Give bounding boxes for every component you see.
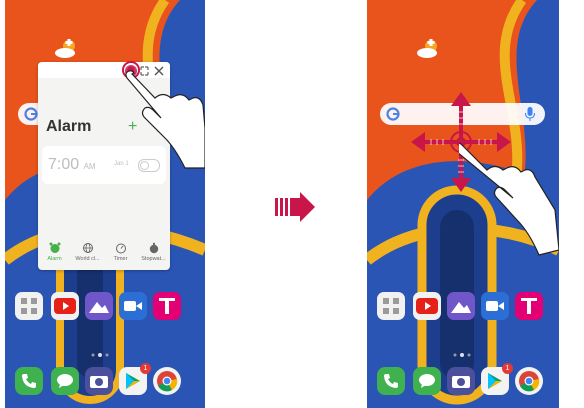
camera-icon[interactable] <box>85 367 113 395</box>
video-camera-glyph <box>124 301 142 311</box>
timer-icon <box>115 243 126 254</box>
tab-timer[interactable]: Timer <box>104 242 137 262</box>
tab-label: Timer <box>113 256 128 262</box>
weather-icon[interactable] <box>415 38 443 60</box>
microphone-icon[interactable] <box>525 107 535 121</box>
play-store-icon[interactable]: 1 <box>481 363 513 395</box>
camera-icon[interactable] <box>447 367 475 395</box>
play-store-icon[interactable]: 1 <box>119 363 151 395</box>
messages-icon[interactable] <box>413 367 441 395</box>
phone-screen-left: Alarm + ⋮ 7:00 AM Jan 1 Alarm <box>5 0 205 408</box>
alarm-clock-icon <box>49 242 60 253</box>
alarm-ampm: AM <box>83 162 96 171</box>
camera-glyph <box>452 376 470 388</box>
youtube-icon[interactable] <box>51 292 79 320</box>
chat-bubble-glyph <box>419 374 435 388</box>
tab-label: World cl... <box>75 256 100 262</box>
gallery-icon[interactable] <box>85 292 113 320</box>
alarm-time: 7:00 AM <box>48 156 96 174</box>
phone-icon[interactable] <box>15 367 43 395</box>
chrome-icon[interactable] <box>153 367 181 395</box>
tab-world-clock[interactable]: World cl... <box>71 242 104 262</box>
google-icon <box>24 107 38 121</box>
phone-icon[interactable] <box>377 367 405 395</box>
mountain-glyph <box>89 302 109 313</box>
handset-glyph <box>22 374 36 388</box>
tab-alarm[interactable]: Alarm <box>38 242 71 262</box>
chrome-glyph <box>157 371 178 392</box>
mountain-glyph <box>451 302 471 313</box>
handset-glyph <box>384 374 398 388</box>
alarm-time-value: 7:00 <box>48 156 80 173</box>
notification-badge: 1 <box>502 363 513 374</box>
t-mobile-icon[interactable] <box>153 292 181 320</box>
stopwatch-icon <box>149 242 158 254</box>
camera-glyph <box>90 376 108 388</box>
youtube-glyph <box>54 298 76 314</box>
app-icon-glyph <box>21 298 37 314</box>
youtube-glyph <box>416 298 438 314</box>
app-icon[interactable] <box>377 292 405 320</box>
play-triangle-glyph <box>488 373 502 389</box>
tab-label: Stopwat... <box>141 256 166 262</box>
video-camera-glyph <box>486 301 504 311</box>
video-camera-icon[interactable] <box>481 292 509 320</box>
chrome-icon[interactable] <box>515 367 543 395</box>
play-triangle-glyph <box>126 373 140 389</box>
chrome-glyph <box>519 371 540 392</box>
alarm-page-title: Alarm <box>46 118 92 135</box>
chat-bubble-glyph <box>57 374 73 388</box>
clock-tab-bar: Alarm World cl... Timer Stopwat... <box>38 242 170 268</box>
app-icon-glyph <box>383 298 399 314</box>
messages-icon[interactable] <box>51 367 79 395</box>
weather-icon[interactable] <box>53 38 81 60</box>
video-camera-icon[interactable] <box>119 292 147 320</box>
hand-gesture-illustration <box>459 142 559 256</box>
gallery-icon[interactable] <box>447 292 475 320</box>
tab-stopwatch[interactable]: Stopwat... <box>137 242 170 262</box>
notification-badge: 1 <box>140 363 151 374</box>
hand-gesture-illustration <box>122 61 205 169</box>
t-mobile-icon[interactable] <box>515 292 543 320</box>
tab-label: Alarm <box>47 256 62 262</box>
globe-icon <box>82 243 93 253</box>
google-icon <box>386 107 400 121</box>
transition-arrow-icon <box>275 192 315 222</box>
youtube-icon[interactable] <box>413 292 441 320</box>
phone-screen-right: 1 <box>367 0 559 408</box>
app-icon[interactable] <box>15 292 43 320</box>
t-mobile-glyph <box>159 298 175 314</box>
t-mobile-glyph <box>521 298 537 314</box>
